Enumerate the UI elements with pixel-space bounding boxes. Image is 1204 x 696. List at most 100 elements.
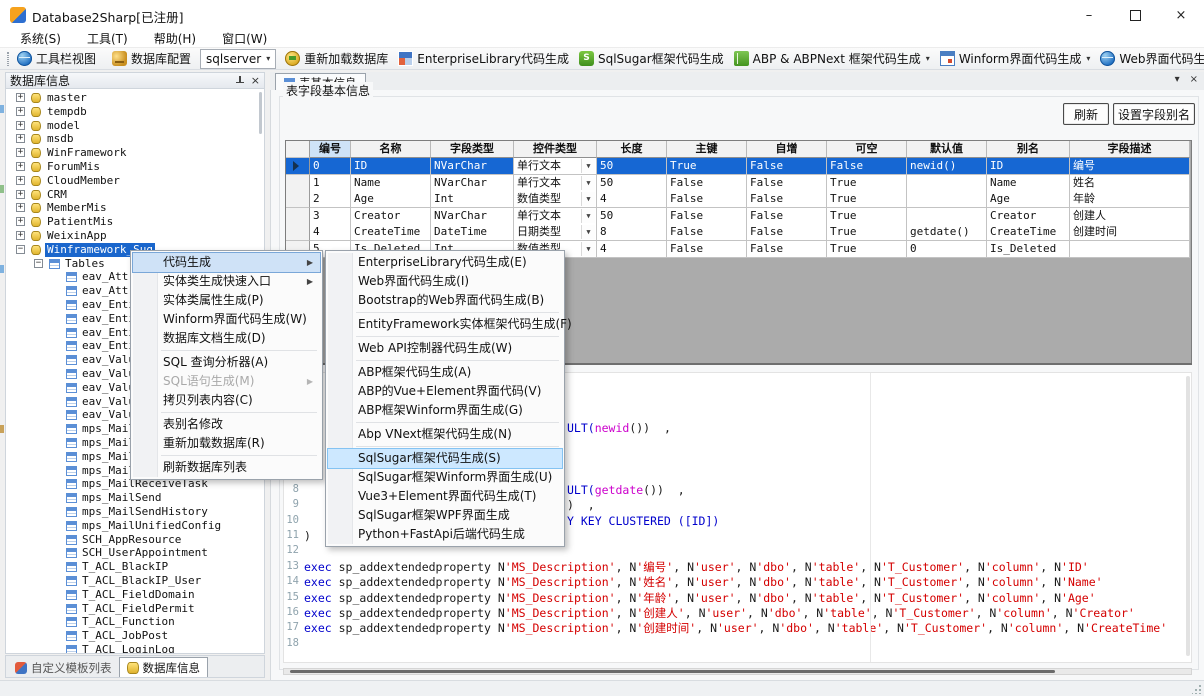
tree-item[interactable]: +msdb [6,132,264,146]
combo-dropdown-icon[interactable]: ▼ [581,176,595,190]
context-menu-item[interactable]: 代码生成▶ [133,253,320,272]
server-combo[interactable]: sqlserver▾ [200,49,276,69]
grid-cell[interactable]: False [667,224,747,241]
grid-cell[interactable]: DateTime [431,224,514,241]
tree-item[interactable]: T_ACL_FieldPermit [6,602,264,616]
tree-item[interactable]: +CRM [6,188,264,202]
grid-cell[interactable]: Age [987,191,1070,208]
refresh-button[interactable]: 刷新 [1063,103,1109,125]
grid-cell[interactable]: Creator [351,208,431,225]
expand-icon[interactable]: + [16,121,25,130]
tree-item[interactable]: +WeixinApp [6,229,264,243]
grid-cell[interactable] [907,208,987,225]
tree-item[interactable]: +tempdb [6,105,264,119]
grid-cell[interactable]: Creator [987,208,1070,225]
column-header[interactable]: 别名 [987,141,1070,158]
grid-cell[interactable]: 4 [310,224,351,241]
grid-cell[interactable]: newid() [907,158,987,175]
tree-item[interactable]: T_ACL_BlackIP_User [6,574,264,588]
grid-cell[interactable]: False [667,175,747,192]
tree-scrollbar[interactable] [259,92,262,134]
row-header[interactable] [286,208,310,225]
tree-item[interactable]: SCH_UserAppointment [6,546,264,560]
enterpriselibrary-codegen-button[interactable]: EnterpriseLibrary代码生成 [393,49,574,69]
grid-cell[interactable]: 8 [597,224,667,241]
expand-icon[interactable]: + [16,231,25,240]
grid-cell[interactable]: False [747,224,827,241]
close-icon[interactable]: × [251,74,260,87]
grid-cell[interactable]: 4 [597,241,667,258]
row-header[interactable] [286,175,310,192]
grid-cell[interactable]: 姓名 [1070,175,1190,192]
column-header[interactable]: 控件类型 [514,141,597,158]
submenu-item[interactable]: Vue3+Element界面代码生成(T) [328,487,562,506]
grid-cell[interactable]: True [827,208,907,225]
submenu-item[interactable]: ABP框架代码生成(A) [328,363,562,382]
grid-cell[interactable] [1070,241,1190,258]
grid-cell[interactable]: 3 [310,208,351,225]
tree-item[interactable]: mps_MailSendHistory [6,505,264,519]
submenu-item[interactable]: Web界面代码生成(I) [328,272,562,291]
collapse-icon[interactable]: − [16,245,25,254]
menu-item[interactable]: 系统(S) [20,30,61,47]
menu-item[interactable]: 帮助(H) [154,30,196,47]
grid-cell[interactable]: 单行文本▼ [514,175,597,192]
grid-cell[interactable]: 创建人 [1070,208,1190,225]
menu-item[interactable]: 工具(T) [87,30,128,47]
grid-cell[interactable]: True [827,241,907,258]
grid-cell[interactable]: 2 [310,191,351,208]
tree-item[interactable]: +ForumMis [6,160,264,174]
scrollbar-thumb[interactable] [290,670,1055,673]
toolbar-view-button[interactable]: 工具栏视图 [12,49,101,69]
grid-cell[interactable]: False [667,191,747,208]
expand-icon[interactable]: + [16,107,25,116]
column-header[interactable]: 可空 [827,141,907,158]
submenu-item[interactable]: ABP的Vue+Element界面代码(V) [328,382,562,401]
grid-cell[interactable]: 0 [907,241,987,258]
web-ui-codegen-button[interactable]: Web界面代码生成▾ [1095,49,1204,69]
grid-cell[interactable]: False [747,208,827,225]
combo-dropdown-icon[interactable]: ▼ [581,242,595,256]
grid-cell[interactable]: True [667,158,747,175]
grid-cell[interactable]: Name [351,175,431,192]
grid-cell[interactable]: 数值类型▼ [514,191,597,208]
grid-cell[interactable]: Int [431,191,514,208]
grid-cell[interactable]: 单行文本▼ [514,158,597,175]
grid-cell[interactable] [907,175,987,192]
reload-db-button[interactable]: 重新加载数据库 [280,49,393,69]
combo-dropdown-icon[interactable]: ▼ [581,192,595,206]
close-button[interactable]: × [1158,0,1204,30]
context-menu-item[interactable]: SQL 查询分析器(A) [133,353,320,372]
grid-cell[interactable]: False [747,175,827,192]
context-menu-item[interactable]: SQL语句生成(M)▶ [133,372,320,391]
expand-icon[interactable]: + [16,176,25,185]
grid-cell[interactable]: True [827,175,907,192]
expand-icon[interactable]: + [16,93,25,102]
grid-cell[interactable] [907,191,987,208]
grid-cell[interactable]: Age [351,191,431,208]
column-header[interactable]: 编号 [310,141,351,158]
grid-cell[interactable]: False [747,158,827,175]
grid-cell[interactable]: 50 [597,175,667,192]
dock-tab-database-info[interactable]: 数据库信息 [119,657,209,677]
tree-item[interactable]: +PatientMis [6,215,264,229]
resize-grip[interactable] [1192,685,1201,694]
expand-icon[interactable]: + [16,148,25,157]
column-header[interactable]: 字段类型 [431,141,514,158]
submenu-item[interactable]: ABP框架Winform界面生成(G) [328,401,562,420]
row-header[interactable] [286,191,310,208]
grid-cell[interactable]: CreateTime [987,224,1070,241]
grid-cell[interactable]: 创建时间 [1070,224,1190,241]
tree-item[interactable]: T_ACL_BlackIP [6,560,264,574]
abp-codegen-button[interactable]: ABP & ABPNext 框架代码生成▾ [729,49,935,69]
row-header[interactable] [286,141,310,158]
tab-list-dropdown-icon[interactable]: ▾ [1175,74,1180,85]
grid-cell[interactable]: NVarChar [431,158,514,175]
submenu-item[interactable]: SqlSugar框架代码生成(S) [328,449,562,468]
column-header[interactable]: 自增 [747,141,827,158]
grid-cell[interactable]: 0 [310,158,351,175]
tree-item[interactable]: mps_MailUnifiedConfig [6,519,264,533]
column-header[interactable]: 名称 [351,141,431,158]
submenu-item[interactable]: SqlSugar框架Winform界面生成(U) [328,468,562,487]
column-header[interactable]: 主键 [667,141,747,158]
